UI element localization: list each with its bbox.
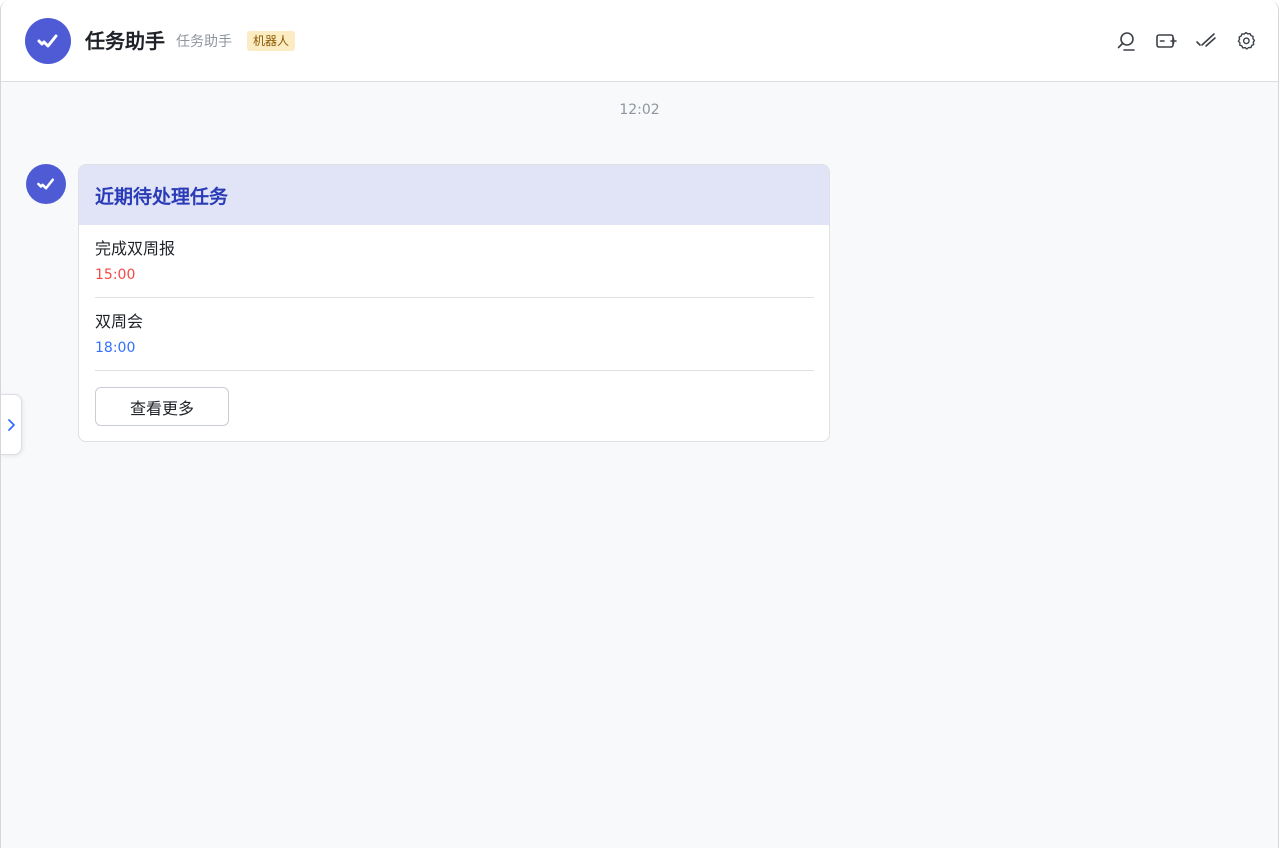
card-header: 近期待处理任务 [79, 165, 829, 225]
bot-avatar[interactable] [25, 18, 71, 64]
tasks-button[interactable] [1194, 29, 1218, 53]
sidebar-toggle-button[interactable] [1, 394, 22, 455]
task-due-time: 18:00 [95, 340, 136, 356]
bot-badge: 机器人 [247, 31, 296, 51]
view-more-button[interactable]: 查看更多 [95, 387, 229, 426]
chat-window: 任务助手 任务助手 机器人 12:02 近期待处理任务 完成双周报 15:00 … [0, 0, 1279, 848]
settings-icon [1237, 31, 1256, 50]
task-item[interactable]: 完成双周报 15:00 [95, 225, 814, 298]
add-card-icon [1156, 34, 1177, 48]
chevron-right-icon [7, 418, 15, 431]
settings-button[interactable] [1234, 29, 1258, 53]
search-button[interactable] [1114, 29, 1138, 53]
chat-title: 任务助手 [85, 29, 165, 53]
task-card: 近期待处理任务 完成双周报 15:00 双周会 18:00 查看更多 [78, 164, 830, 442]
header-toolbar [1114, 29, 1258, 53]
message-timestamp: 12:02 [619, 102, 660, 118]
double-check-icon [37, 34, 58, 48]
search-icon [1117, 32, 1135, 51]
done-check-icon [1196, 33, 1216, 47]
task-due-time: 15:00 [95, 267, 136, 283]
task-name: 双周会 [95, 312, 144, 331]
chat-header: 任务助手 任务助手 机器人 [1, 0, 1278, 82]
card-title: 近期待处理任务 [95, 185, 229, 208]
add-card-button[interactable] [1154, 29, 1178, 53]
chat-subtitle: 任务助手 [176, 34, 232, 50]
double-check-icon [37, 178, 55, 190]
task-item[interactable]: 双周会 18:00 [95, 298, 814, 371]
task-name: 完成双周报 [95, 239, 176, 258]
bot-message-avatar[interactable] [26, 164, 66, 204]
